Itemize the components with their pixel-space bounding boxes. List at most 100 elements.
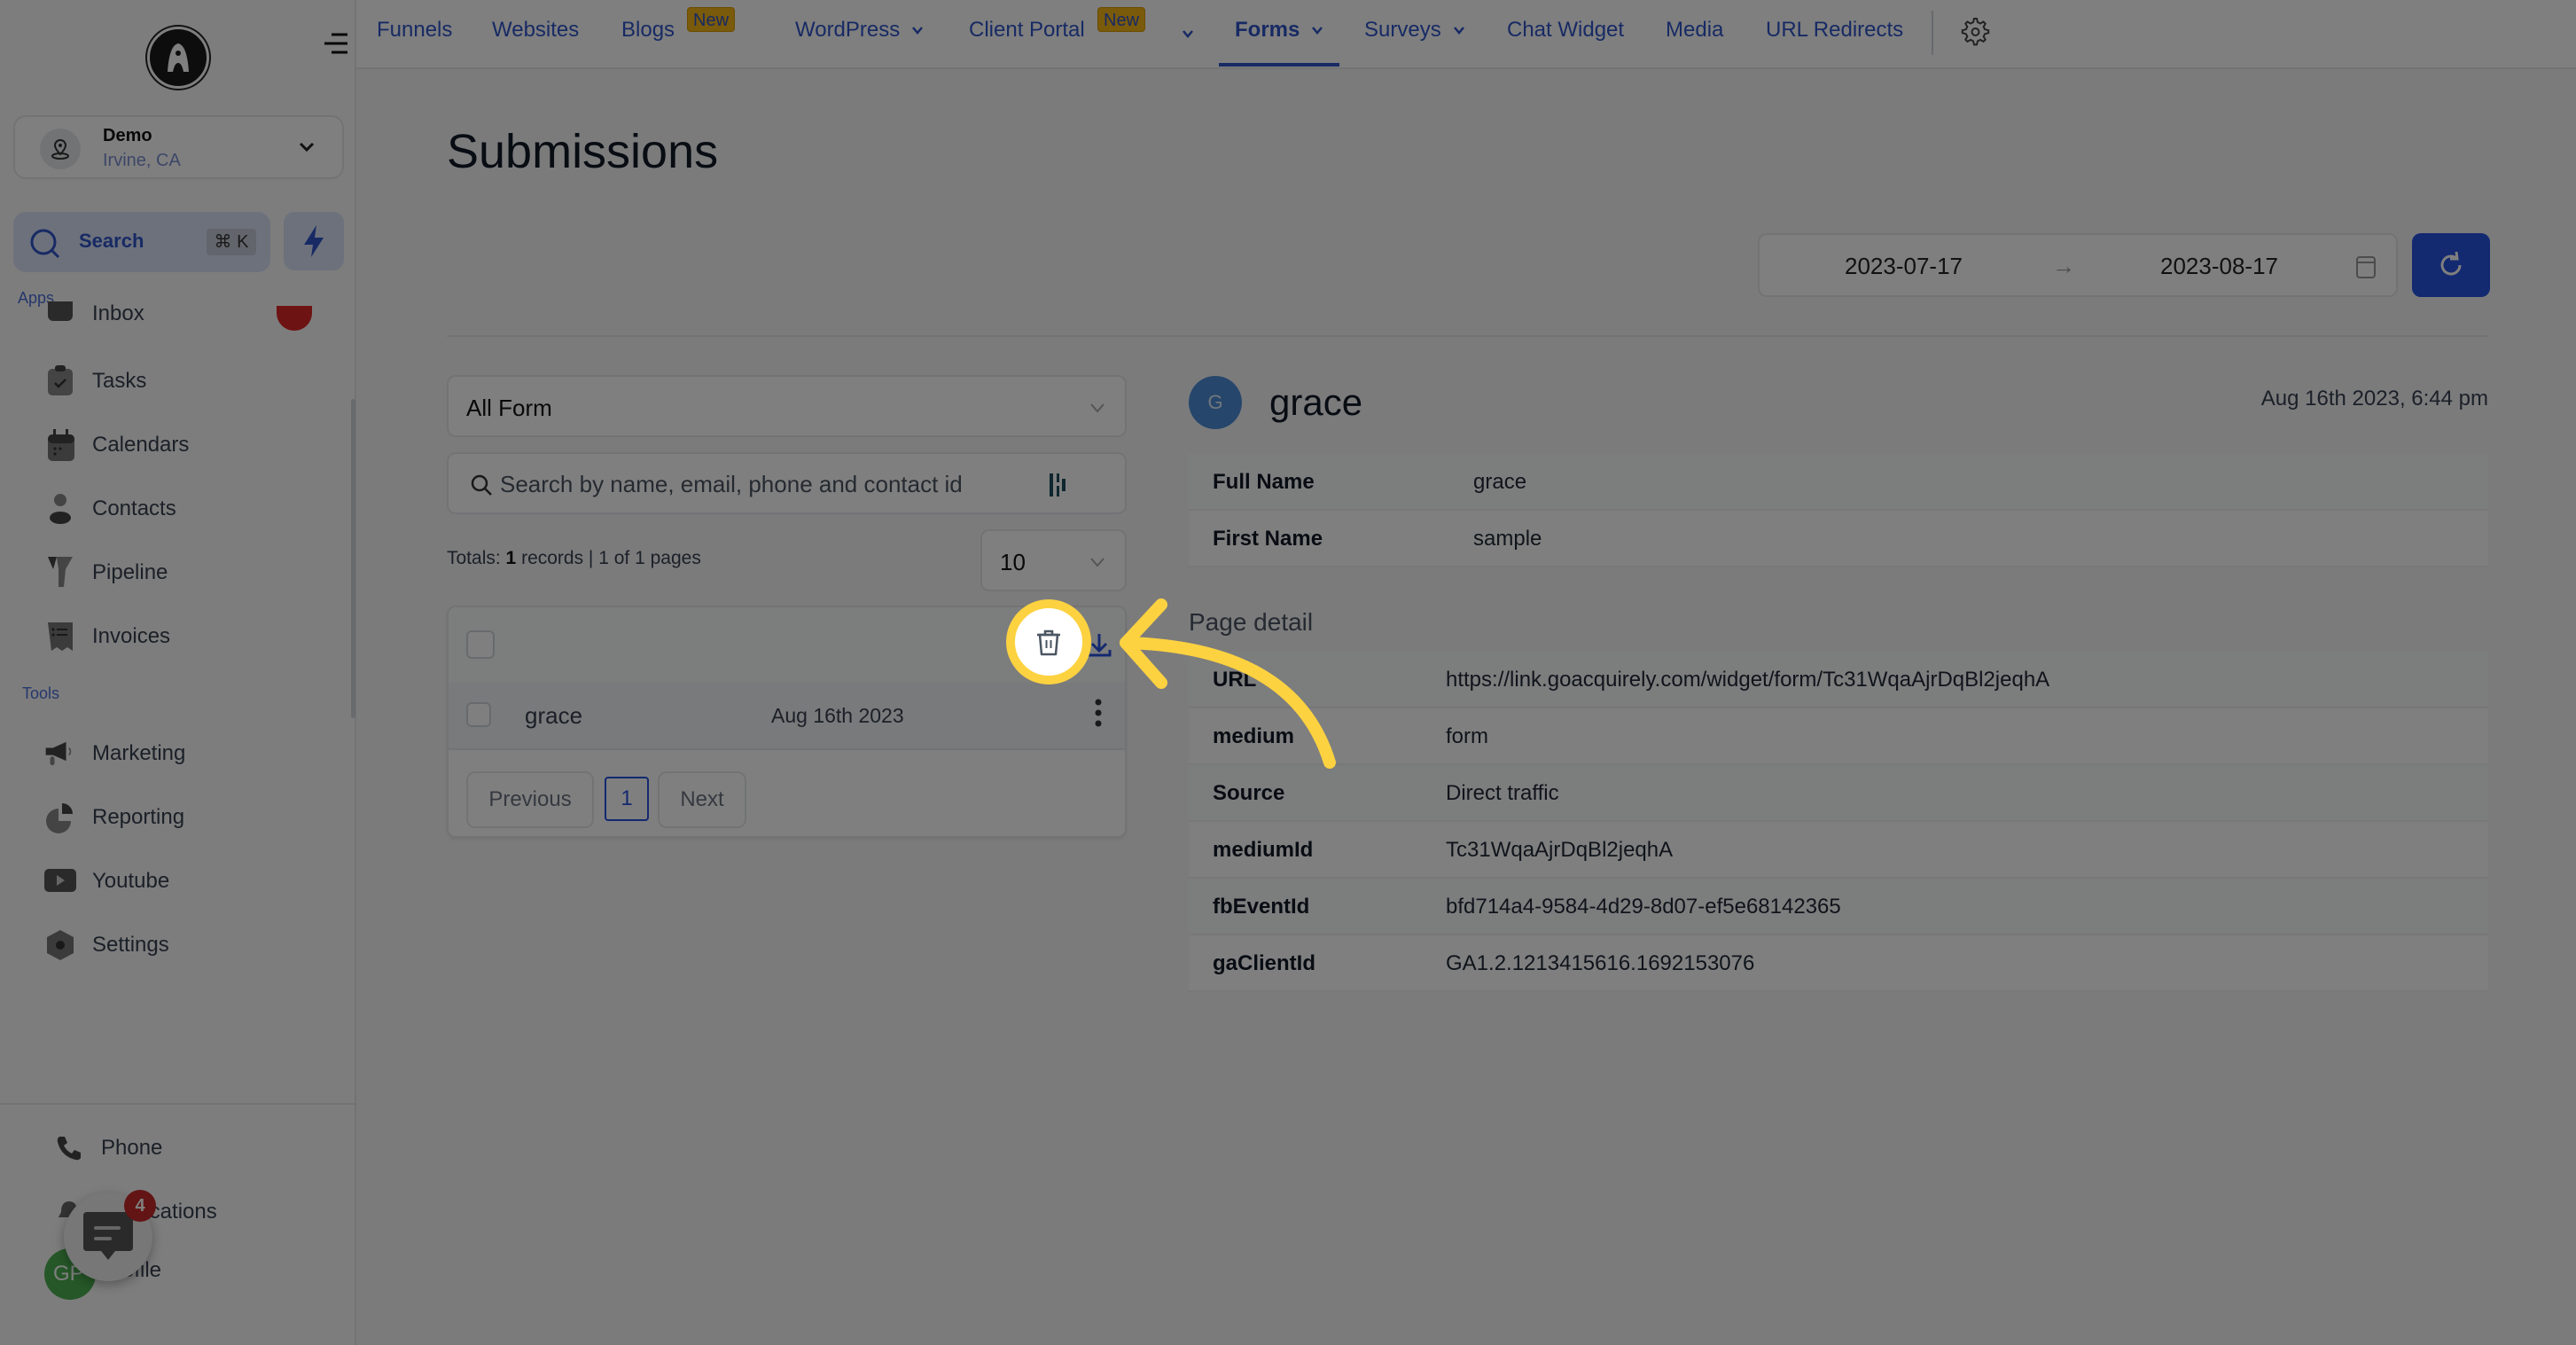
table-row: Source Direct traffic (1189, 765, 2488, 822)
tools-section-label: Tools (22, 684, 60, 702)
search-shortcut: ⌘ K (207, 229, 256, 255)
pie-chart-icon (44, 802, 76, 833)
field-value: GA1.2.1213415616.1692153076 (1446, 951, 1755, 975)
field-value: bfd714a4-9584-4d29-8d07-ef5e68142365 (1446, 895, 1841, 919)
previous-page-button[interactable]: Previous (466, 771, 594, 828)
refresh-icon (2440, 251, 2462, 276)
page-size-select[interactable]: 10 (980, 529, 1127, 591)
invoices-icon (44, 621, 76, 653)
sidebar-item-calendars[interactable]: Calendars (44, 427, 189, 463)
divider (447, 335, 2488, 337)
date-range-picker[interactable]: 2023-07-17 → 2023-08-17 (1758, 233, 2398, 297)
field-key: gaClientId (1213, 951, 1316, 975)
sidebar-item-reporting[interactable]: Reporting (44, 800, 184, 835)
tab-websites[interactable]: Websites (492, 18, 579, 43)
field-key: First Name (1213, 527, 1323, 551)
avatar: G (1189, 376, 1242, 429)
search-input[interactable] (500, 465, 1032, 504)
search-label: Search (79, 230, 144, 252)
chat-unread-badge: 4 (124, 1190, 156, 1222)
active-tab-indicator (1219, 63, 1339, 66)
chevron-down-icon (1090, 403, 1105, 413)
new-badge: New (1097, 7, 1146, 32)
table-row: gaClientId GA1.2.1213415616.1692153076 (1189, 935, 2488, 992)
client-portal-chevron-down-icon[interactable] (1181, 27, 1195, 41)
barcode-scan-icon[interactable] (1048, 472, 1069, 498)
quick-actions-button[interactable] (284, 212, 344, 270)
page-number-button[interactable]: 1 (605, 777, 649, 821)
tab-forms[interactable]: Forms (1235, 18, 1324, 43)
location-name: Demo (103, 126, 152, 145)
inbox-icon (44, 301, 76, 326)
tab-funnels[interactable]: Funnels (377, 18, 452, 43)
submission-search-field[interactable] (447, 452, 1127, 514)
sidebar-item-label: Reporting (92, 805, 185, 829)
field-key: URL (1213, 668, 1257, 692)
delete-button[interactable] (1006, 599, 1091, 684)
table-row[interactable]: grace Aug 16th 2023 (449, 683, 1125, 750)
field-value[interactable]: https://link.goacquirely.com/widget/form… (1446, 668, 2049, 692)
contacts-icon (44, 493, 76, 525)
field-value: grace (1473, 470, 1527, 494)
youtube-icon (44, 865, 76, 897)
location-subtitle: Irvine, CA (103, 151, 181, 170)
tasks-icon (44, 365, 76, 397)
page-detail-table: URL https://link.goacquirely.com/widget/… (1189, 652, 2488, 992)
sidebar-item-inbox[interactable]: Inbox (44, 301, 144, 326)
detail-contact-name: grace (1269, 381, 1363, 423)
megaphone-icon (44, 738, 76, 770)
trash-icon (1037, 629, 1060, 656)
next-page-button[interactable]: Next (658, 771, 746, 828)
refresh-button[interactable] (2412, 233, 2490, 297)
sidebar-item-youtube[interactable]: Youtube (44, 864, 169, 899)
sidebar-scrollbar[interactable] (351, 399, 355, 718)
date-to[interactable]: 2023-08-17 (2160, 253, 2278, 280)
tab-chat-widget[interactable]: Chat Widget (1507, 18, 1624, 43)
search-icon (30, 229, 60, 259)
tab-media[interactable]: Media (1666, 18, 1723, 43)
sidebar-item-settings[interactable]: Settings (44, 927, 169, 963)
nav-divider (1932, 11, 1933, 55)
date-from[interactable]: 2023-07-17 (1845, 253, 1963, 280)
chevron-down-icon (1090, 558, 1105, 567)
page-size-value: 10 (1000, 549, 1026, 575)
row-checkbox[interactable] (466, 702, 491, 727)
form-filter-value: All Form (466, 395, 552, 421)
more-options-icon[interactable] (1094, 699, 1103, 727)
chevron-down-icon (299, 142, 315, 152)
field-key: fbEventId (1213, 895, 1310, 919)
field-value: Direct traffic (1446, 781, 1559, 805)
lightning-icon (304, 225, 324, 257)
sidebar-item-tasks[interactable]: Tasks (44, 364, 146, 399)
chevron-down-icon (1312, 27, 1323, 35)
sidebar-item-pipeline[interactable]: Pipeline (44, 555, 168, 590)
pipeline-icon (44, 557, 76, 589)
tab-wordpress[interactable]: WordPress (795, 18, 925, 43)
new-badge: New (687, 7, 736, 32)
sidebar-item-label: Calendars (92, 433, 190, 457)
inbox-unread-badge (277, 306, 312, 331)
field-key: medium (1213, 724, 1295, 748)
sidebar-item-label: Tasks (92, 369, 147, 393)
gear-icon[interactable] (1958, 16, 1990, 48)
collapse-sidebar-icon[interactable] (323, 30, 349, 57)
detail-timestamp: Aug 16th 2023, 6:44 pm (2260, 387, 2488, 411)
totals-summary: Totals: 1 records | 1 of 1 pages (447, 548, 701, 568)
sidebar-item-marketing[interactable]: Marketing (44, 736, 185, 771)
sidebar-item-contacts[interactable]: Contacts (44, 491, 176, 527)
tab-surveys[interactable]: Surveys (1364, 18, 1466, 43)
sidebar-item-phone[interactable]: Phone (53, 1130, 162, 1166)
field-key: mediumId (1213, 838, 1314, 862)
tab-client-portal[interactable]: Client Portal (969, 18, 1085, 43)
sidebar-search-button[interactable]: Search ⌘ K (13, 212, 270, 272)
logo-a-icon (168, 43, 189, 72)
phone-icon (53, 1132, 85, 1164)
select-all-checkbox[interactable] (466, 630, 495, 659)
app-logo[interactable] (147, 27, 209, 89)
tab-url-redirects[interactable]: URL Redirects (1766, 18, 1903, 43)
form-filter-select[interactable]: All Form (447, 375, 1127, 437)
tab-blogs[interactable]: Blogs (621, 18, 675, 43)
location-switcher[interactable]: Demo Irvine, CA (13, 115, 344, 179)
sidebar-item-invoices[interactable]: Invoices (44, 619, 170, 654)
page-title: Submissions (447, 125, 719, 178)
